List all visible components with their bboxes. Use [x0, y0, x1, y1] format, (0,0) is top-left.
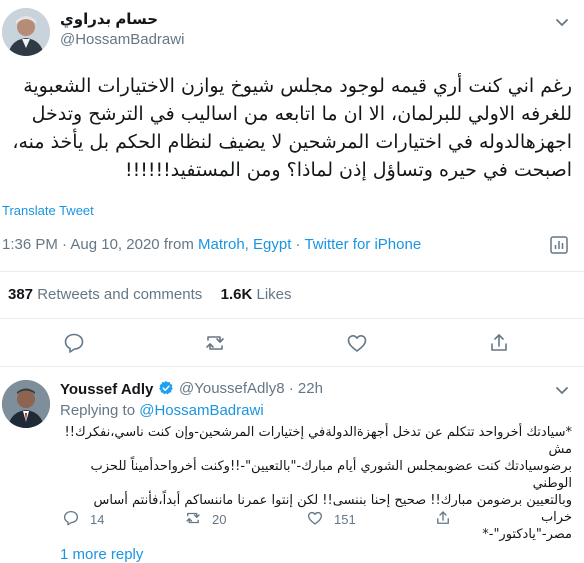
retweet-icon[interactable]: [203, 331, 227, 355]
location-link[interactable]: Matroh, Egypt: [198, 236, 291, 253]
divider: [0, 318, 584, 319]
author-avatar[interactable]: [2, 8, 50, 56]
reply-icon[interactable]: [62, 331, 86, 355]
like-icon[interactable]: [345, 331, 369, 355]
author-name[interactable]: حسام بدراوي: [60, 10, 158, 28]
reply-age[interactable]: 22h: [298, 380, 323, 397]
tweet-text-line: للغرفه الاولي للبرلمان، الا ان ما اتابعه…: [31, 103, 572, 125]
tweet-date[interactable]: Aug 10, 2020: [70, 236, 159, 253]
divider: [0, 366, 584, 367]
replying-to: Replying to @HossamBadrawi: [60, 402, 264, 419]
source-link[interactable]: Twitter for iPhone: [304, 236, 421, 253]
reply-count: 14: [90, 512, 105, 527]
like-count: 151: [334, 512, 356, 527]
chevron-down-icon[interactable]: [552, 12, 572, 32]
reply-author-avatar[interactable]: [2, 380, 50, 428]
reply-text-line: *سيادتك أخرواحد تتكلم عن تدخل أجهزةالدول…: [64, 425, 572, 457]
retweets-stat[interactable]: 387 Retweets and comments: [8, 286, 202, 303]
chevron-down-icon[interactable]: [552, 380, 572, 400]
replying-to-link[interactable]: @HossamBadrawi: [139, 402, 263, 419]
author-handle[interactable]: @HossamBadrawi: [60, 31, 184, 48]
retweet-count: 20: [212, 512, 227, 527]
share-icon[interactable]: [434, 509, 452, 527]
reply-icon[interactable]: [62, 509, 80, 527]
verified-badge-icon: [158, 380, 174, 400]
more-replies-link[interactable]: 1 more reply: [60, 546, 143, 563]
engagement-stats: 387 Retweets and comments 1.6K Likes: [8, 286, 292, 303]
divider: [0, 271, 584, 272]
like-icon[interactable]: [306, 509, 324, 527]
tweet-text-line: رغم اني كنت أري قيمه لوجود مجلس شيوخ يوا…: [23, 75, 572, 97]
tweet-text-line: اصبحت في حيره وتساؤل إذن لماذا؟ ومن المس…: [124, 159, 572, 181]
analytics-icon[interactable]: [548, 234, 570, 256]
tweet-meta: 1:36 PM · Aug 10, 2020 from Matroh, Egyp…: [2, 236, 422, 253]
translate-tweet-link[interactable]: Translate Tweet: [2, 203, 94, 218]
reply-text-line: مصر-"يادكتور"-*: [482, 527, 572, 542]
reply-text-line: برضوسيادتك كنت عضوبمجلس الشوري أيام مبار…: [90, 459, 572, 491]
tweet-text: رغم اني كنت أري قيمه لوجود مجلس شيوخ يوا…: [2, 72, 572, 184]
reply-author-name[interactable]: Youssef Adly: [60, 380, 174, 400]
tweet-text-line: اجهزهالدوله في اختيارات المرشحين لا يضيف…: [12, 131, 572, 153]
retweet-icon[interactable]: [184, 509, 202, 527]
tweet-time[interactable]: 1:36 PM: [2, 236, 58, 253]
reply-author-handle[interactable]: @YoussefAdly8 · 22h: [179, 380, 323, 397]
from-label: from: [163, 236, 194, 253]
likes-stat[interactable]: 1.6K Likes: [221, 286, 292, 303]
share-icon[interactable]: [487, 331, 511, 355]
